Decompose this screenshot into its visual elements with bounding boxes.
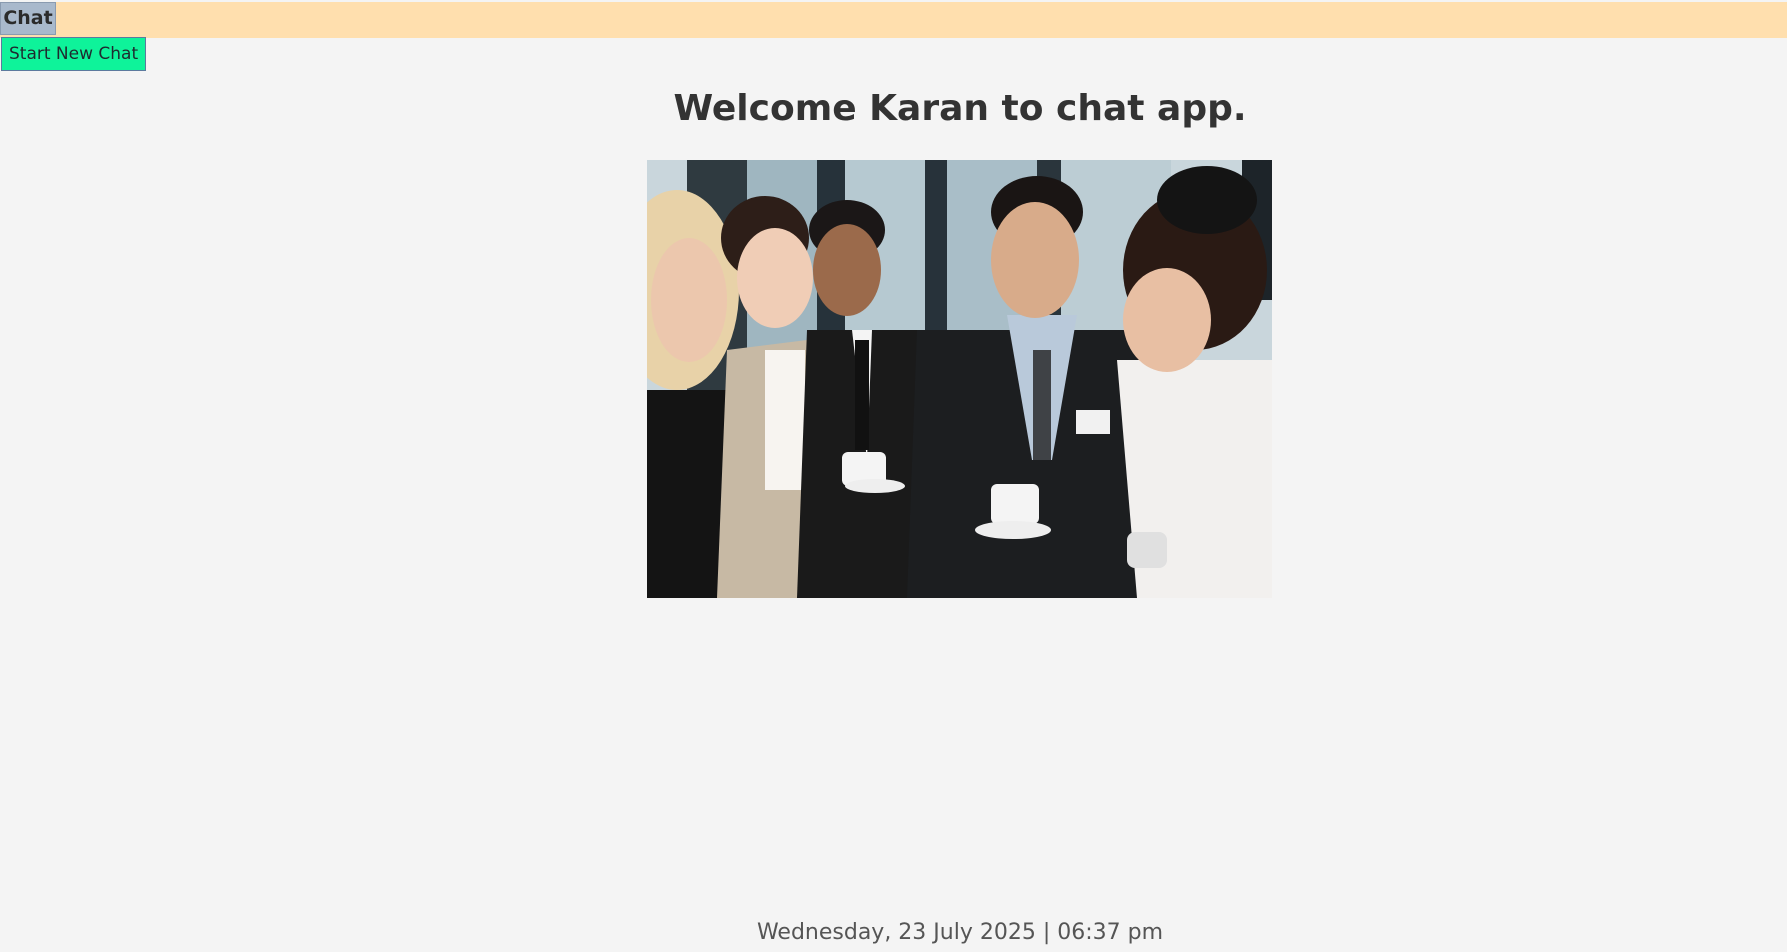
tab-chat[interactable]: Chat — [0, 2, 56, 35]
top-nav-bar — [0, 2, 1787, 38]
start-new-chat-button[interactable]: Start New Chat — [1, 37, 146, 71]
footer-datetime: Wednesday, 23 July 2025 | 06:37 pm — [756, 920, 1164, 945]
welcome-heading: Welcome Karan to chat app. — [673, 88, 1247, 129]
welcome-image — [647, 160, 1272, 598]
